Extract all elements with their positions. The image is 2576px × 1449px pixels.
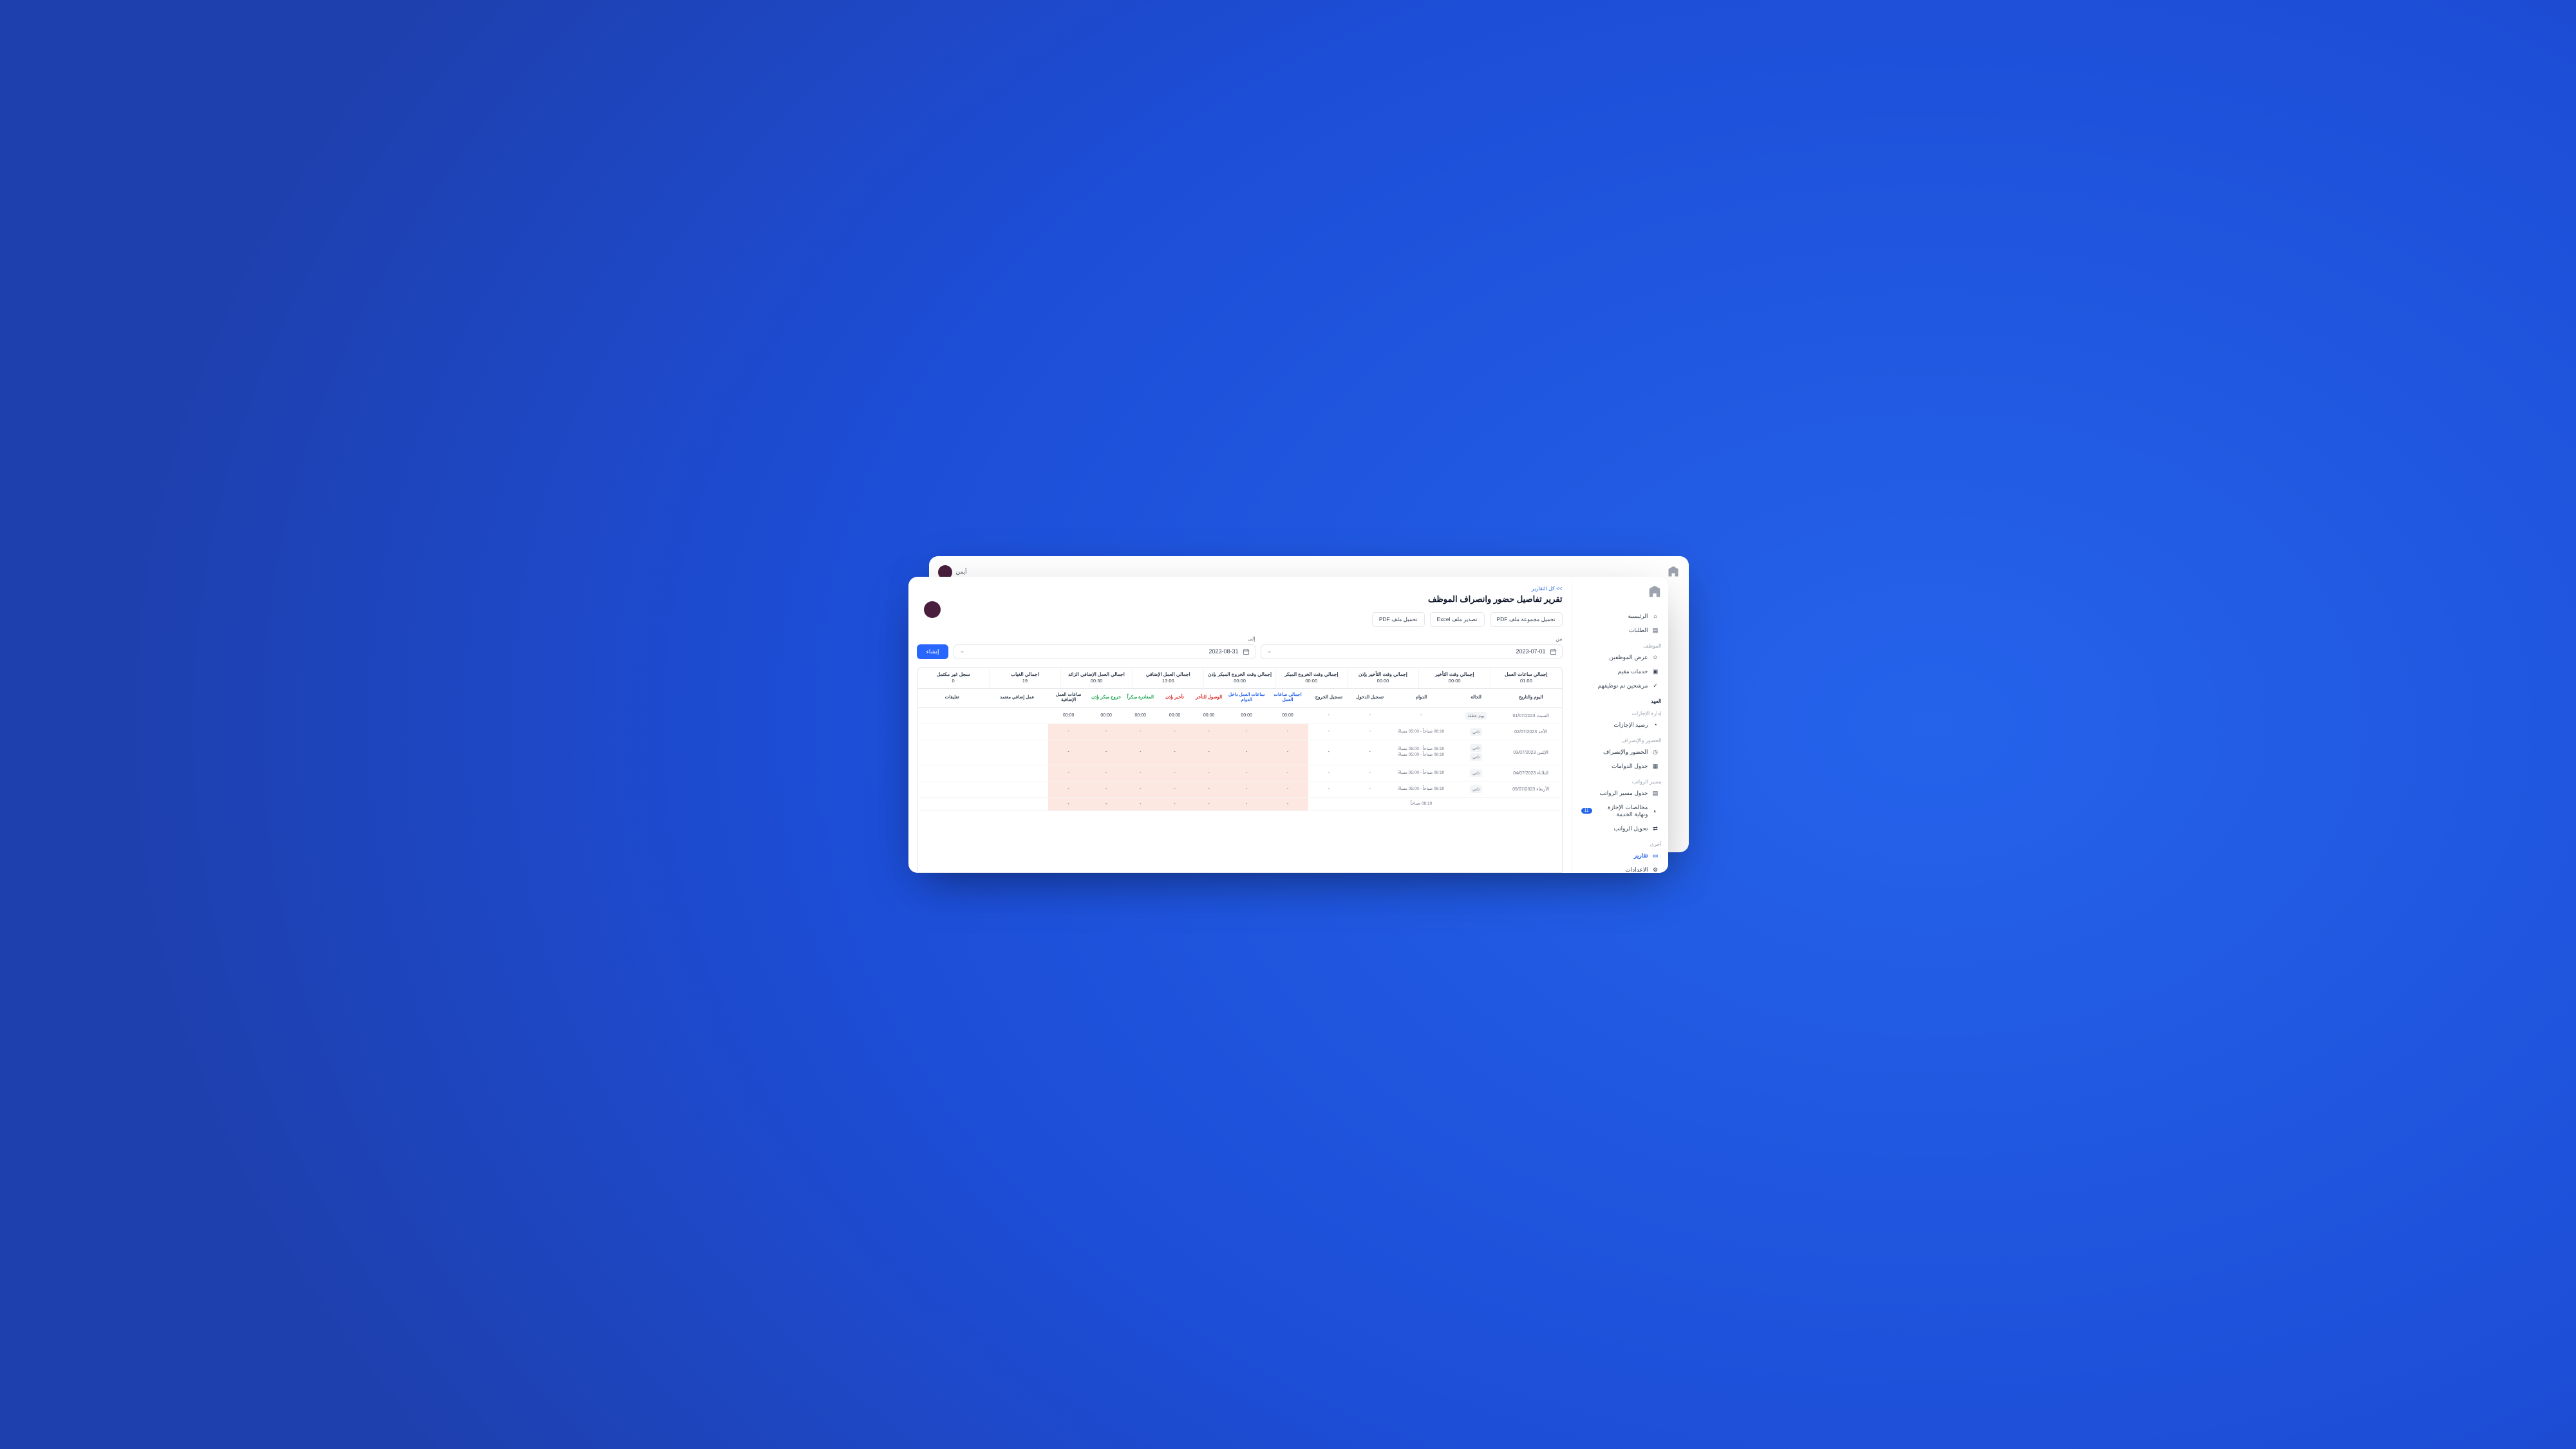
table-icon: ▤ [1652, 790, 1659, 797]
summary-cell: إجمالي وقت التأخير بإذن00:00 [1347, 668, 1418, 689]
summary-cell: إجمالي وقت الخروج المبكر00:00 [1275, 668, 1347, 689]
col-total-hours: اجمالي ساعات العمل [1267, 689, 1308, 707]
table-row: السبت 01/07/2023يوم عطلة---00:0000:0000:… [918, 707, 1562, 724]
section-leaves: إدارة الإجازات [1579, 711, 1662, 716]
col-comments: تعليقات [918, 689, 986, 707]
bulk-pdf-button[interactable]: تحميل مجموعة ملف PDF [1490, 612, 1563, 627]
transfer-icon: ⇄ [1652, 825, 1659, 832]
create-button[interactable]: إنشاء [917, 644, 948, 659]
sidebar-item-shifts[interactable]: ▦جدول الدوامات [1579, 760, 1662, 772]
summary-strip: إجمالي ساعات العمل01:00إجمالي وقت التأخي… [917, 667, 1563, 689]
section-payroll: مسير الرواتب [1579, 779, 1662, 785]
chevron-down-icon [1266, 649, 1272, 655]
main-card: ⌂الرئيسية ▤الطلبات الموظف ☺عرض الموظفين … [908, 577, 1668, 873]
col-early-leave: المغادرة مبكراً [1123, 689, 1158, 707]
building-icon [1579, 584, 1662, 599]
section-other: أخرى [1579, 841, 1662, 847]
export-toolbar: تحميل مجموعة ملف PDF تصدير ملف Excel تحم… [917, 612, 1563, 627]
sidebar-item-payroll-table[interactable]: ▤جدول مسير الرواتب [1579, 787, 1662, 799]
badge: 11 [1581, 808, 1592, 814]
section-attendance: الحضور والإنصراف [1579, 738, 1662, 743]
table-row: 08:10 صباحاً------- [918, 797, 1562, 810]
summary-cell: اجمالي العمل الإضافي13:00 [1132, 668, 1203, 689]
page-title: تقرير تفاصيل حضور وانصراف الموظف [917, 594, 1563, 604]
sidebar-item-settings[interactable]: ⚙الاعدادات [1579, 864, 1662, 873]
col-inside-hours: ساعات العمل داخل الدوام [1226, 689, 1267, 707]
filter-row: من 2023-07-01 إلى 2023-08-31 إنشاء [917, 636, 1563, 659]
sidebar-item-home[interactable]: ⌂الرئيسية [1579, 610, 1662, 622]
home-icon: ⌂ [1652, 613, 1659, 620]
from-label: من [1261, 636, 1563, 642]
attendance-table: اليوم والتاريخ الحالة الدوام تسجيل الدخو… [918, 689, 1562, 811]
table-row: الثلاثاء 04/07/2023ثاني08:10 صباحاً - 05… [918, 765, 1562, 781]
sidebar-item-candidates[interactable]: ✓مرشحين تم توظيفهم [1579, 680, 1662, 692]
doc-icon: ▤ [1652, 627, 1659, 634]
col-checkout: تسجيل الخروج [1308, 689, 1349, 707]
summary-cell: إجمالي وقت الخروج المبكر بإذن00:00 [1203, 668, 1275, 689]
sidebar-item-view-employees[interactable]: ☺عرض الموظفين [1579, 651, 1662, 664]
from-date-input[interactable]: 2023-07-01 [1261, 644, 1563, 659]
warning-icon: ◐ [1652, 807, 1659, 814]
calendar-icon [1243, 648, 1250, 655]
col-early-permit: خروج مبكر بإذن [1089, 689, 1123, 707]
sidebar-item-violations[interactable]: ◐مخالصات الإجازة ونهاية الخدمة11 [1579, 801, 1662, 821]
to-label: إلى [954, 636, 1255, 642]
gear-icon: ⚙ [1652, 866, 1659, 873]
clock-icon: ◷ [1652, 749, 1659, 756]
section-employees: الموظف [1579, 643, 1662, 649]
building-icon [1667, 565, 1680, 581]
candidate-icon: ✓ [1652, 682, 1659, 689]
sidebar-item-muqeem[interactable]: ▣خدمات مقيم [1579, 666, 1662, 678]
balance-icon: ◔ [1652, 722, 1659, 729]
to-date-input[interactable]: 2023-08-31 [954, 644, 1255, 659]
summary-cell: اجمالي العمل الإضافي الزائد00:30 [1060, 668, 1132, 689]
col-overtime: ساعات العمل الإضافية [1048, 689, 1089, 707]
service-icon: ▣ [1652, 668, 1659, 675]
summary-cell: سجل غير مكتمل0 [918, 668, 989, 689]
calendar-icon: ▦ [1652, 763, 1659, 770]
sidebar: ⌂الرئيسية ▤الطلبات الموظف ☺عرض الموظفين … [1572, 577, 1668, 873]
avatar[interactable] [924, 601, 941, 618]
col-status: الحالة [1452, 689, 1500, 707]
col-shift: الدوام [1391, 689, 1453, 707]
sidebar-item-attendance[interactable]: ◷الحضور والإنصراف [1579, 746, 1662, 758]
report-icon: ▭ [1652, 852, 1659, 859]
col-checkin: تسجيل الدخول [1349, 689, 1391, 707]
table-row: الأحد 02/07/2023ثاني08:10 صباحاً - 05:00… [918, 724, 1562, 740]
excel-button[interactable]: تصدير ملف Excel [1430, 612, 1485, 627]
table-row: الإثنين 03/07/2023ثانيثاني08:10 صباحاً -… [918, 740, 1562, 765]
col-late-arrival: الوصول للتأخر [1192, 689, 1226, 707]
breadcrumb[interactable]: >> كل التقارير [917, 586, 1563, 592]
summary-cell: اجمالي الغياب19 [989, 668, 1060, 689]
summary-cell: إجمالي وقت التأخير00:00 [1418, 668, 1490, 689]
sidebar-item-reports[interactable]: ▭تقارير [1579, 850, 1662, 862]
summary-cell: إجمالي ساعات العمل01:00 [1490, 668, 1561, 689]
pdf-button[interactable]: تحميل ملف PDF [1372, 612, 1425, 627]
section-covenant: العهد [1579, 698, 1662, 704]
sidebar-item-leave-balance[interactable]: ◔رصيد الإجازات [1579, 719, 1662, 731]
col-approved-ot: عمل إضافي معتمد [986, 689, 1048, 707]
sidebar-item-requests[interactable]: ▤الطلبات [1579, 624, 1662, 637]
attendance-table-wrap: اليوم والتاريخ الحالة الدوام تسجيل الدخو… [917, 689, 1563, 873]
col-date: اليوم والتاريخ [1500, 689, 1562, 707]
sidebar-item-transfer[interactable]: ⇄تحويل الرواتب [1579, 823, 1662, 835]
table-row: الأربعاء 05/07/2023ثاني08:10 صباحاً - 05… [918, 781, 1562, 797]
col-late-permit: تأخير بإذن [1158, 689, 1192, 707]
chevron-down-icon [959, 649, 965, 655]
main-content: >> كل التقارير تقرير تفاصيل حضور وانصراف… [908, 577, 1572, 873]
calendar-icon [1550, 648, 1557, 655]
users-icon: ☺ [1652, 654, 1659, 661]
